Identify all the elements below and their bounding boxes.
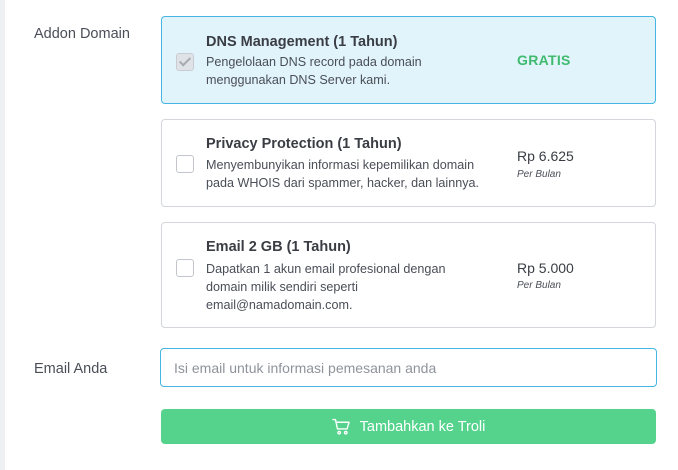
addon-description-line: domain milik sendiri seperti	[206, 280, 358, 294]
email-input[interactable]	[160, 348, 657, 387]
addon-card-email[interactable]: Email 2 GB (1 Tahun) Dapatkan 1 akun ema…	[161, 222, 656, 328]
addon-price-unit: Per Bulan	[517, 280, 561, 291]
add-to-cart-label: Tambahkan ke Troli	[359, 418, 486, 435]
addon-description-line: pada WHOIS dari spammer, hacker, dan lai…	[206, 176, 479, 190]
addon-price-unit: Per Bulan	[517, 169, 561, 180]
addon-card-privacy-protection[interactable]: Privacy Protection (1 Tahun) Menyembunyi…	[161, 119, 656, 207]
checkmark-icon	[178, 54, 192, 67]
addon-description-line: Dapatkan 1 akun email profesional dengan	[206, 262, 446, 276]
addon-price: Rp 6.625	[517, 148, 574, 164]
addon-title: Privacy Protection (1 Tahun)	[206, 136, 402, 152]
addon-description: Pengelolaan DNS record pada domain mengg…	[206, 53, 506, 89]
dns-management-checkbox[interactable]	[176, 53, 194, 71]
addon-description-line: Pengelolaan DNS record pada domain	[206, 55, 422, 69]
addon-description: Menyembunyikan informasi kepemilikan dom…	[206, 156, 506, 192]
addon-description-line: menggunakan DNS Server kami.	[206, 73, 391, 87]
addon-title: Email 2 GB (1 Tahun)	[206, 239, 351, 255]
addon-card-dns-management[interactable]: DNS Management (1 Tahun) Pengelolaan DNS…	[161, 16, 656, 104]
addon-price-free: GRATIS	[517, 52, 571, 68]
addon-description: Dapatkan 1 akun email profesional dengan…	[206, 260, 506, 314]
cart-icon	[331, 418, 350, 435]
email-label: Email Anda	[34, 361, 108, 377]
addon-price: Rp 5.000	[517, 260, 574, 276]
addon-title: DNS Management (1 Tahun)	[206, 34, 398, 50]
addon-description-line: email@namadomain.com.	[206, 298, 353, 312]
email-addon-checkbox[interactable]	[176, 259, 194, 277]
add-to-cart-button[interactable]: Tambahkan ke Troli	[161, 409, 656, 444]
left-divider	[0, 0, 5, 470]
addon-description-line: Menyembunyikan informasi kepemilikan dom…	[206, 158, 475, 172]
privacy-protection-checkbox[interactable]	[176, 155, 194, 173]
addon-domain-label: Addon Domain	[34, 26, 130, 42]
